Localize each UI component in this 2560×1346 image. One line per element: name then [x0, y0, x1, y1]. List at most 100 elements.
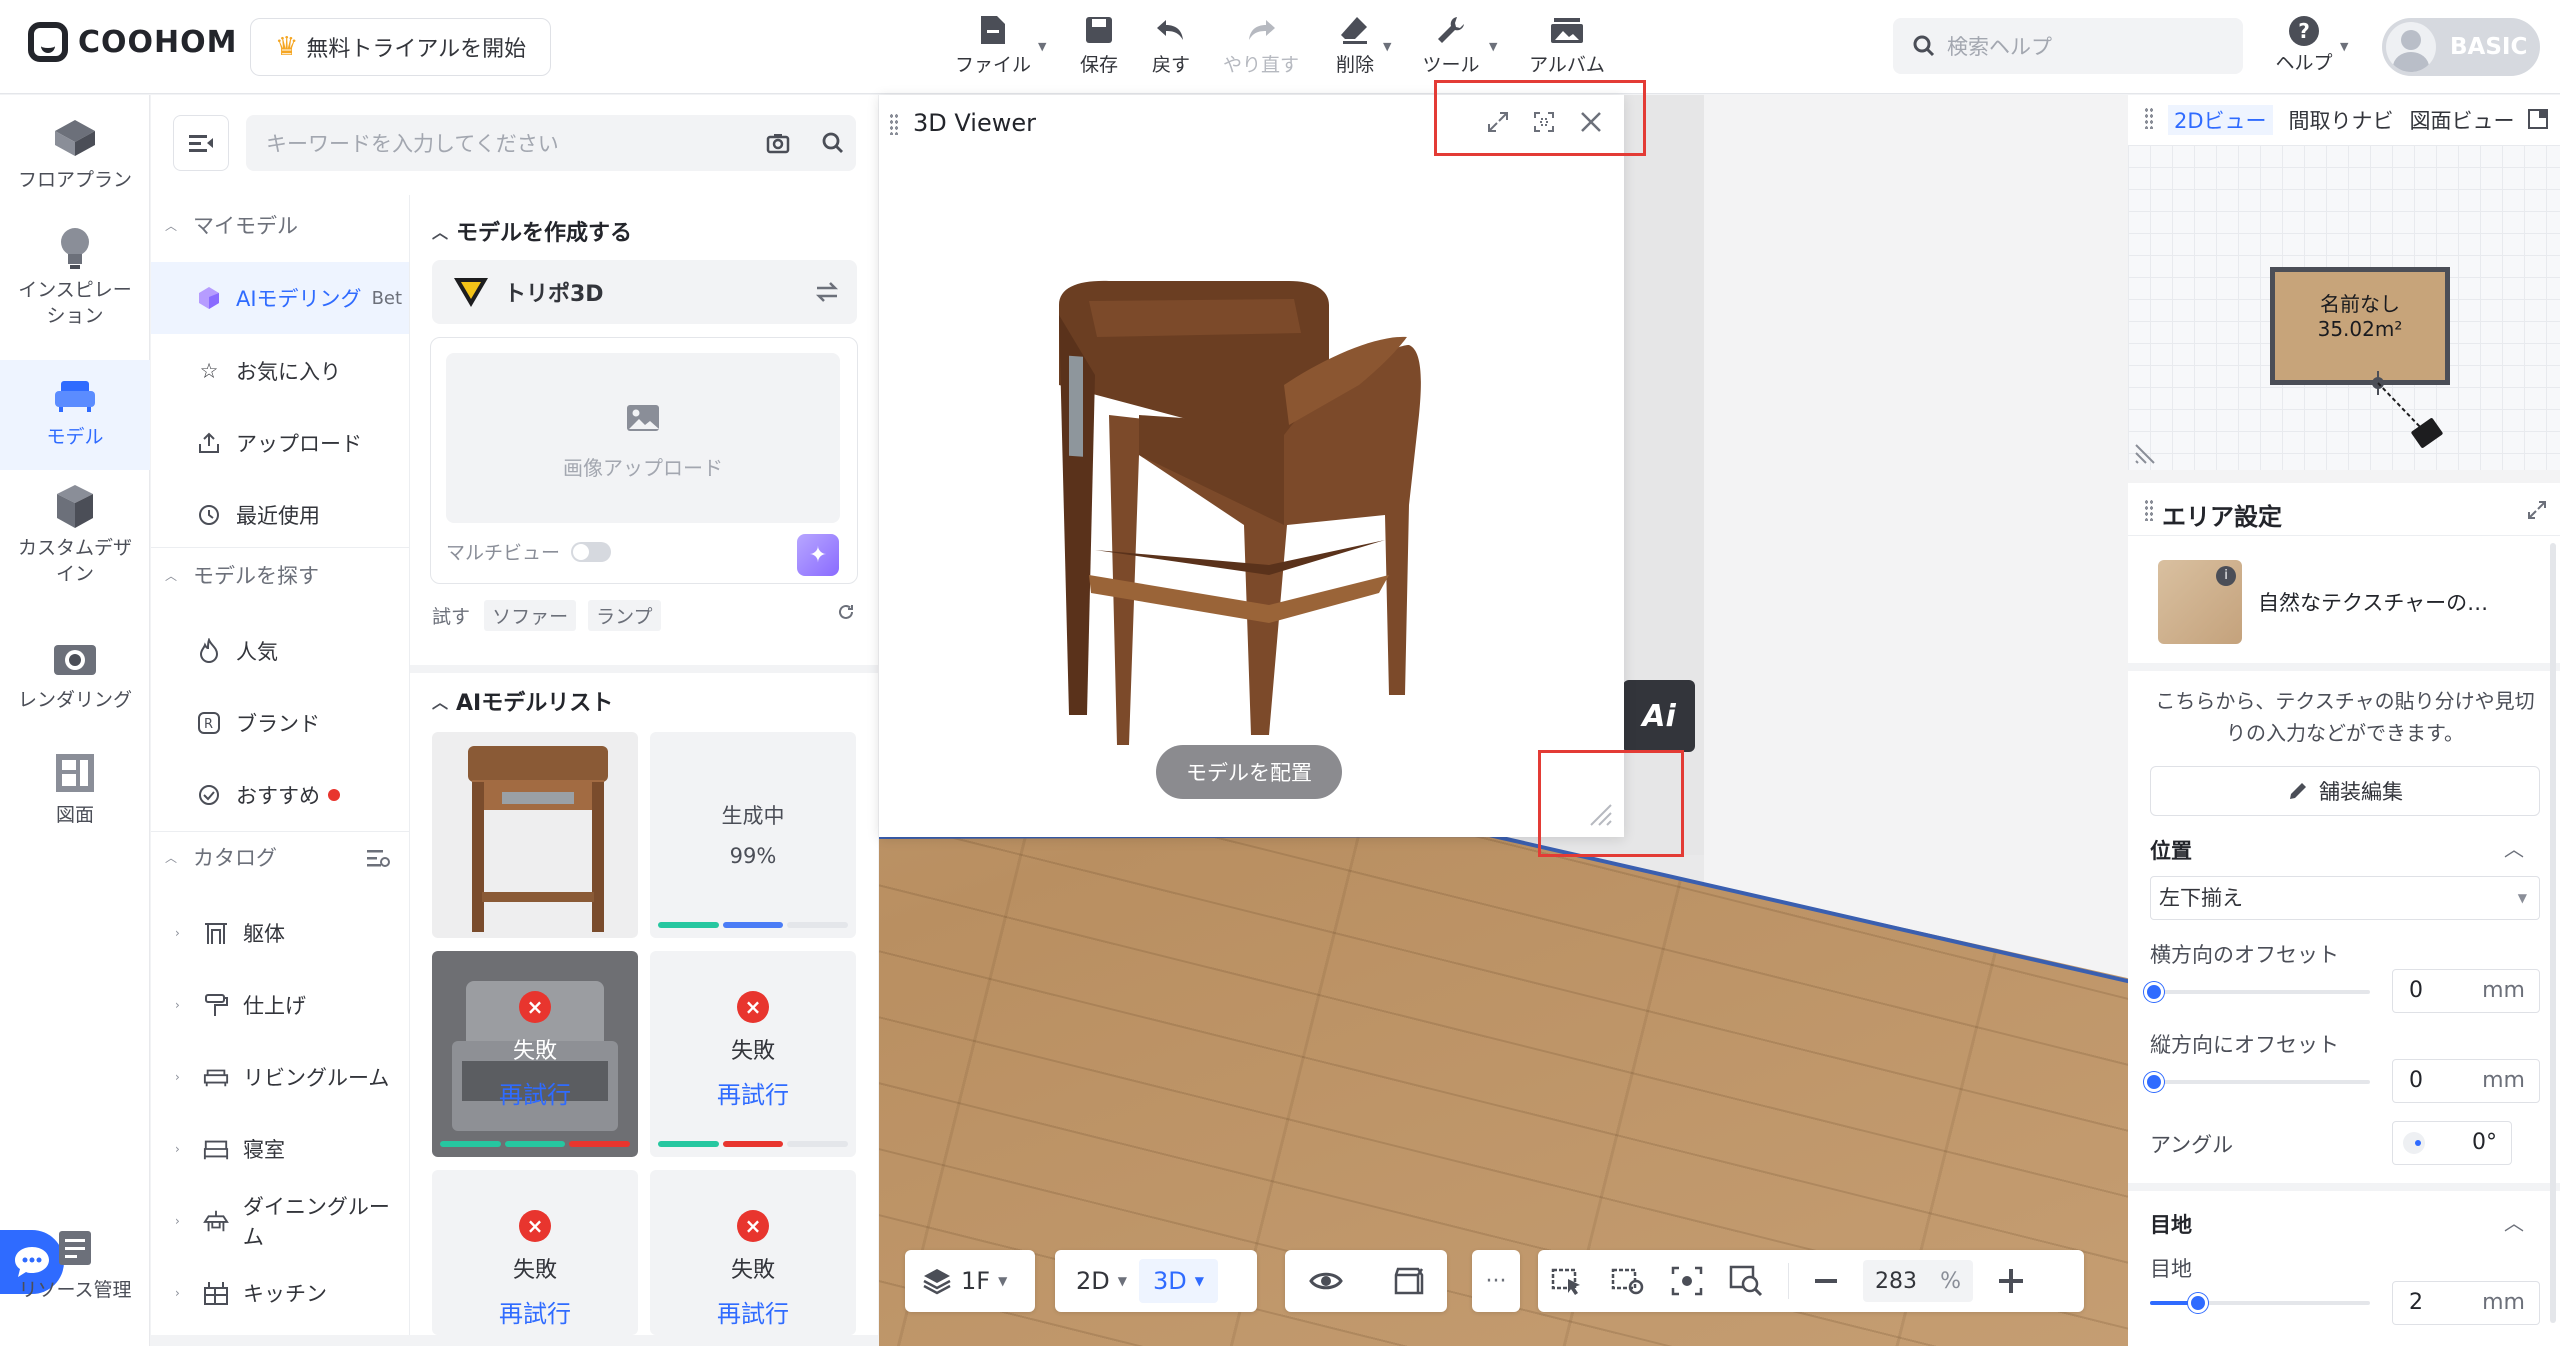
- sidebar-item-favorites[interactable]: ☆ お気に入り: [151, 335, 409, 407]
- filter-settings-icon[interactable]: [365, 847, 391, 869]
- alignment-select[interactable]: 左下揃え ▼: [2150, 876, 2540, 920]
- sidebar-item-recent[interactable]: 最近使用: [151, 479, 409, 551]
- tab-drawing-view[interactable]: 図面ビュー: [2410, 105, 2515, 135]
- camera-position-icon[interactable]: [2360, 365, 2460, 465]
- delete-dropdown-caret-icon[interactable]: ▼: [1383, 40, 1391, 53]
- info-icon[interactable]: i: [2216, 566, 2236, 586]
- start-trial-button[interactable]: ♛ 無料トライアルを開始: [250, 18, 552, 76]
- angle-input[interactable]: 0°: [2392, 1121, 2512, 1165]
- roam-camera-icon[interactable]: [1550, 1265, 1586, 1297]
- paving-edit-button[interactable]: 舗装編集: [2150, 766, 2540, 816]
- drag-handle-icon[interactable]: [2144, 499, 2154, 521]
- catalog-item-structure[interactable]: › 躯体: [151, 897, 409, 969]
- catalog-item-finishes[interactable]: › 仕上げ: [151, 969, 409, 1041]
- redo-button[interactable]: やり直す: [1216, 10, 1306, 77]
- sidebar-item-recommended[interactable]: おすすめ: [151, 759, 409, 831]
- chevron-up-icon[interactable]: ︿: [2504, 1207, 2524, 1236]
- rail-item-model[interactable]: モデル: [0, 360, 150, 470]
- search-icon[interactable]: [822, 132, 844, 154]
- expand-icon[interactable]: [2526, 499, 2548, 521]
- catalog-item-dining-room[interactable]: › ダイニングルーム: [151, 1185, 409, 1257]
- retry-link[interactable]: 再試行: [432, 1075, 638, 1110]
- v-offset-input[interactable]: 0 mm: [2392, 1059, 2540, 1103]
- zoom-fit-icon[interactable]: [1728, 1264, 1764, 1298]
- nightstand-3d-model[interactable]: [1029, 275, 1479, 745]
- rail-item-custom-design[interactable]: カスタムデザイン: [0, 483, 150, 587]
- ai-model-tile-failed[interactable]: × 失敗 再試行: [650, 951, 856, 1157]
- create-model-header[interactable]: ︿ モデルを作成する: [432, 215, 632, 247]
- file-dropdown-caret-icon[interactable]: ▼: [1038, 40, 1046, 53]
- cube-view-icon[interactable]: [1390, 1265, 1424, 1297]
- undo-button[interactable]: 戻す: [1126, 10, 1216, 77]
- sidebar-item-brand[interactable]: R ブランド: [151, 687, 409, 759]
- try-chip-lamp[interactable]: ランプ: [588, 600, 661, 631]
- retry-link[interactable]: 再試行: [432, 1294, 638, 1329]
- drag-handle-icon[interactable]: [2144, 107, 2154, 129]
- angle-dial-icon[interactable]: [2401, 1130, 2427, 1156]
- tab-2d-view[interactable]: 2Dビュー: [2168, 105, 2273, 135]
- sidebar-item-upload[interactable]: アップロード: [151, 407, 409, 479]
- zoom-level-input[interactable]: 283 %: [1863, 1260, 1973, 1302]
- tools-menu-button[interactable]: ツール: [1406, 10, 1496, 77]
- rail-item-inspiration[interactable]: インスピレーション: [0, 225, 150, 329]
- catalog-item-bedroom[interactable]: › 寝室: [151, 1113, 409, 1185]
- multiview-toggle[interactable]: [571, 542, 611, 562]
- user-account-button[interactable]: BASIC: [2382, 18, 2540, 76]
- refresh-icon[interactable]: [836, 602, 856, 622]
- h-offset-input[interactable]: 0 mm: [2392, 969, 2540, 1013]
- file-menu-button[interactable]: ファイル: [948, 10, 1038, 77]
- image-upload-dropzone[interactable]: 画像アップロード: [446, 353, 840, 523]
- catalog-item-kitchen[interactable]: › キッチン: [151, 1257, 409, 1329]
- view-3d-button[interactable]: 3D ▼: [1138, 1259, 1218, 1303]
- ai-model-tile-failed[interactable]: × 失敗 再試行: [432, 1170, 638, 1335]
- place-model-button[interactable]: モデルを配置: [1156, 745, 1342, 799]
- panel-scrollbar[interactable]: [2550, 543, 2556, 1323]
- slider-knob[interactable]: [2144, 1072, 2164, 1092]
- ai-model-list-header[interactable]: ︿ AIモデルリスト: [432, 685, 613, 717]
- chevron-up-icon[interactable]: ︿: [2504, 833, 2524, 862]
- switch-arrows-icon[interactable]: [815, 280, 839, 304]
- focus-target-icon[interactable]: [1670, 1265, 1704, 1297]
- help-search-input[interactable]: 検索ヘルプ: [1893, 18, 2243, 74]
- joint-width-input[interactable]: 2 mm: [2392, 1281, 2540, 1325]
- sidebar-item-popular[interactable]: 人気: [151, 615, 409, 687]
- drag-handle-icon[interactable]: [889, 113, 899, 135]
- catalog-item-living-room[interactable]: › リビングルーム: [151, 1041, 409, 1113]
- resize-handle-icon[interactable]: [2134, 443, 2156, 465]
- floor-selector[interactable]: 1F ▼: [905, 1250, 1035, 1312]
- ai-model-tile-failed[interactable]: × 失敗 再試行: [650, 1170, 856, 1335]
- retry-link[interactable]: 再試行: [650, 1075, 856, 1110]
- ai-assistant-button[interactable]: Ai: [1623, 680, 1695, 752]
- joint-width-slider[interactable]: [2150, 1293, 2370, 1313]
- coohom-logo[interactable]: COOHOM: [28, 22, 238, 62]
- ai-generate-button[interactable]: ✦: [797, 534, 839, 576]
- rail-item-drawing[interactable]: 図面: [0, 750, 150, 828]
- view-2d-button[interactable]: 2D ▼: [1064, 1250, 1139, 1312]
- collapse-panel-button[interactable]: [173, 115, 229, 171]
- image-search-camera-icon[interactable]: [766, 132, 790, 154]
- album-button[interactable]: アルバム: [1522, 10, 1612, 77]
- v-offset-slider[interactable]: [2144, 1072, 2370, 1092]
- rail-item-resource-management[interactable]: リソース管理: [0, 1225, 150, 1303]
- ai-model-tile-nightstand[interactable]: [432, 732, 638, 938]
- rail-item-rendering[interactable]: レンダリング: [0, 635, 150, 713]
- tab-floor-navi[interactable]: 間取りナビ: [2289, 105, 2394, 135]
- retry-link[interactable]: 再試行: [650, 1294, 856, 1329]
- model-search-input[interactable]: キーワードを入力してください: [246, 115, 856, 171]
- help-button[interactable]: ? ヘルプ: [2262, 12, 2346, 75]
- camera-settings-icon[interactable]: [1610, 1265, 1646, 1297]
- 3d-viewer-window[interactable]: 3D Viewer モデルを配置: [879, 95, 1624, 837]
- tripo3d-selector[interactable]: トリポ3D: [432, 260, 857, 324]
- slider-knob[interactable]: [2188, 1293, 2208, 1313]
- h-offset-slider[interactable]: [2144, 982, 2370, 1002]
- zoom-in-icon[interactable]: [1997, 1267, 2025, 1295]
- catalog-section[interactable]: ︿ カタログ: [151, 825, 409, 889]
- my-models-section[interactable]: ︿ マイモデル: [151, 193, 409, 257]
- collapse-panel-icon[interactable]: [2526, 107, 2550, 131]
- material-thumbnail[interactable]: i: [2158, 560, 2242, 644]
- more-options-button[interactable]: ···: [1472, 1250, 1520, 1312]
- find-models-section[interactable]: ︿ モデルを探す: [151, 543, 409, 607]
- slider-knob[interactable]: [2144, 982, 2164, 1002]
- sidebar-item-ai-modeling[interactable]: AIモデリング Bet: [151, 262, 409, 334]
- try-chip-sofa[interactable]: ソファー: [484, 600, 577, 631]
